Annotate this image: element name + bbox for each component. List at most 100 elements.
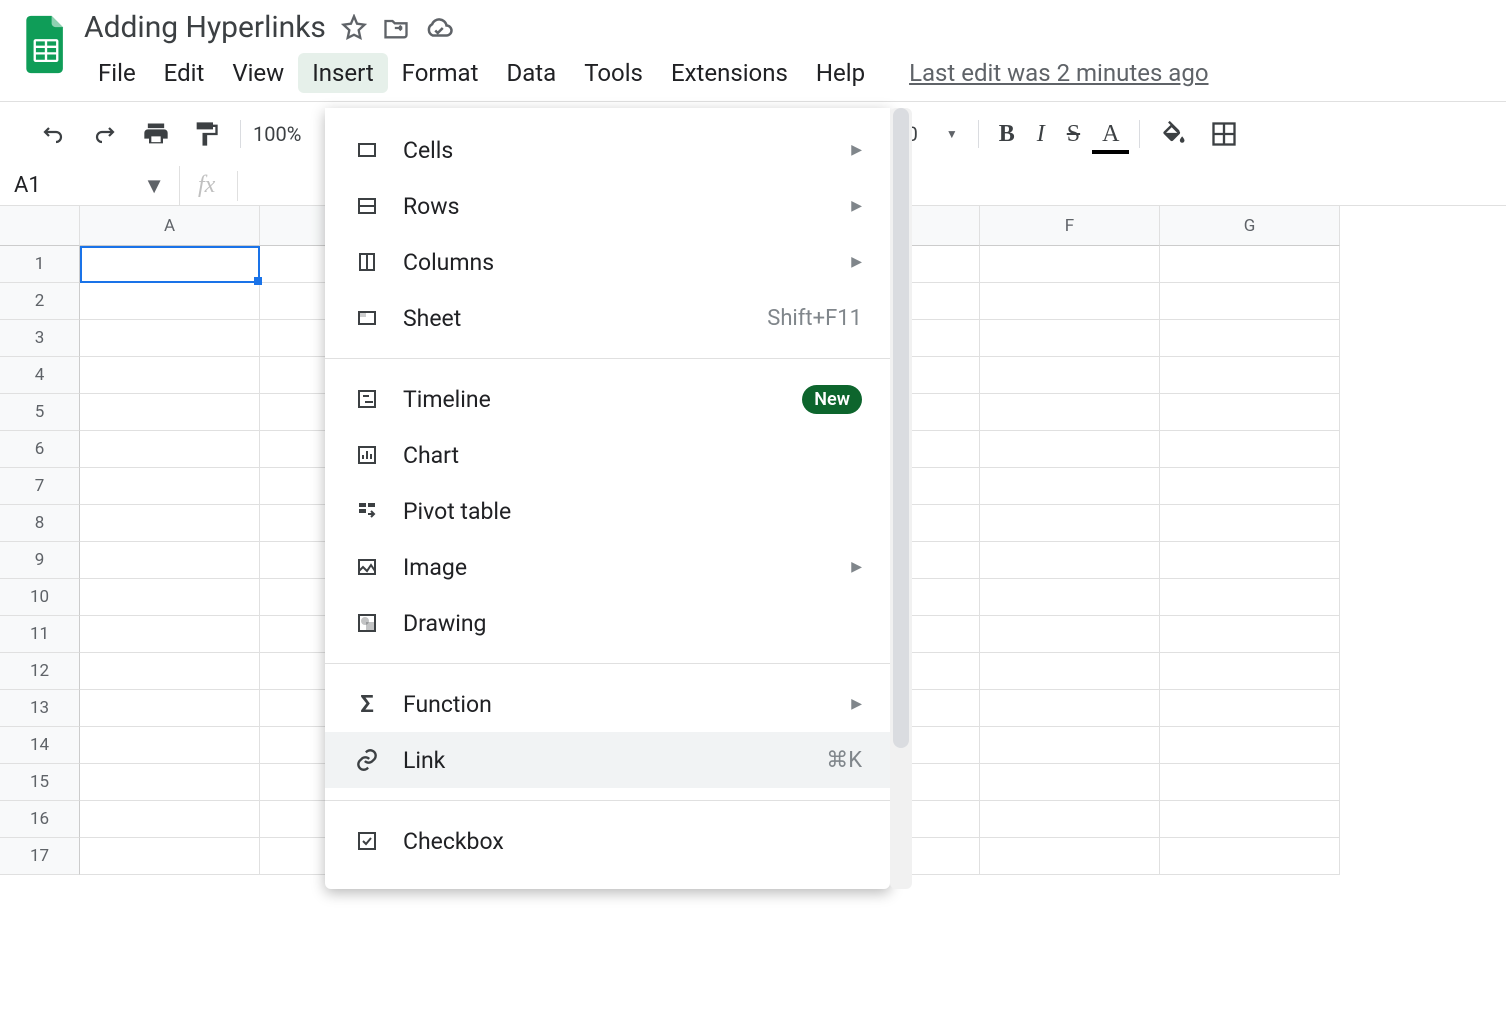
font-size-dropdown-icon[interactable]: ▼ xyxy=(938,127,966,141)
cell[interactable] xyxy=(80,505,260,542)
print-icon[interactable] xyxy=(134,116,178,152)
insert-cells[interactable]: Cells ▶ xyxy=(325,122,890,178)
row-header[interactable]: 2 xyxy=(0,283,80,320)
cell[interactable] xyxy=(80,246,260,283)
cell[interactable] xyxy=(1160,542,1340,579)
insert-link[interactable]: Link ⌘K xyxy=(325,732,890,788)
row-header[interactable]: 16 xyxy=(0,801,80,838)
row-header[interactable]: 7 xyxy=(0,468,80,505)
menu-insert[interactable]: Insert xyxy=(298,53,387,93)
cell[interactable] xyxy=(1160,690,1340,727)
row-header[interactable]: 15 xyxy=(0,764,80,801)
cell[interactable] xyxy=(80,801,260,838)
cell[interactable] xyxy=(980,838,1160,875)
menu-edit[interactable]: Edit xyxy=(150,53,219,93)
row-header[interactable]: 10 xyxy=(0,579,80,616)
undo-icon[interactable] xyxy=(30,118,76,150)
bold-button[interactable]: B xyxy=(991,117,1023,152)
cell[interactable] xyxy=(80,394,260,431)
cell[interactable] xyxy=(980,764,1160,801)
cell[interactable] xyxy=(1160,246,1340,283)
row-header[interactable]: 13 xyxy=(0,690,80,727)
menu-file[interactable]: File xyxy=(84,53,150,93)
fill-color-icon[interactable] xyxy=(1152,116,1196,152)
cell[interactable] xyxy=(80,616,260,653)
last-edit-link[interactable]: Last edit was 2 minutes ago xyxy=(909,59,1208,87)
cell[interactable] xyxy=(1160,505,1340,542)
cell[interactable] xyxy=(980,579,1160,616)
cell[interactable] xyxy=(1160,579,1340,616)
cloud-status-icon[interactable] xyxy=(424,13,454,43)
insert-function[interactable]: Σ Function ▶ xyxy=(325,676,890,732)
cell[interactable] xyxy=(980,394,1160,431)
menu-extensions[interactable]: Extensions xyxy=(657,53,802,93)
insert-image[interactable]: Image ▶ xyxy=(325,539,890,595)
cell[interactable] xyxy=(80,283,260,320)
cell[interactable] xyxy=(980,616,1160,653)
row-header[interactable]: 6 xyxy=(0,431,80,468)
column-header[interactable]: A xyxy=(80,206,260,246)
cell[interactable] xyxy=(80,579,260,616)
sheets-logo[interactable] xyxy=(20,10,72,80)
cell[interactable] xyxy=(80,764,260,801)
cell[interactable] xyxy=(80,653,260,690)
cell[interactable] xyxy=(80,727,260,764)
select-all-corner[interactable] xyxy=(0,206,80,246)
cell[interactable] xyxy=(1160,468,1340,505)
insert-checkbox[interactable]: Checkbox xyxy=(325,813,890,869)
cell[interactable] xyxy=(980,431,1160,468)
insert-chart[interactable]: Chart xyxy=(325,427,890,483)
row-header[interactable]: 14 xyxy=(0,727,80,764)
cell[interactable] xyxy=(980,653,1160,690)
cell[interactable] xyxy=(80,468,260,505)
menu-view[interactable]: View xyxy=(218,53,298,93)
name-box-dropdown-icon[interactable]: ▼ xyxy=(143,173,165,199)
row-header[interactable]: 1 xyxy=(0,246,80,283)
cell[interactable] xyxy=(980,283,1160,320)
cell[interactable] xyxy=(1160,764,1340,801)
insert-timeline[interactable]: Timeline New xyxy=(325,371,890,427)
cell[interactable] xyxy=(80,542,260,579)
row-header[interactable]: 17 xyxy=(0,838,80,875)
cell[interactable] xyxy=(80,431,260,468)
menu-help[interactable]: Help xyxy=(802,53,879,93)
cell[interactable] xyxy=(980,542,1160,579)
star-icon[interactable] xyxy=(340,14,368,42)
cell[interactable] xyxy=(980,468,1160,505)
cell[interactable] xyxy=(1160,727,1340,764)
cell[interactable] xyxy=(980,320,1160,357)
cell[interactable] xyxy=(1160,801,1340,838)
row-header[interactable]: 8 xyxy=(0,505,80,542)
menu-tools[interactable]: Tools xyxy=(570,53,657,93)
column-header[interactable]: G xyxy=(1160,206,1340,246)
insert-columns[interactable]: Columns ▶ xyxy=(325,234,890,290)
name-box[interactable]: A1 ▼ xyxy=(0,166,180,205)
dropdown-scrollbar[interactable] xyxy=(890,108,912,889)
strikethrough-button[interactable]: S xyxy=(1059,117,1088,152)
row-header[interactable]: 5 xyxy=(0,394,80,431)
cell[interactable] xyxy=(980,727,1160,764)
cell[interactable] xyxy=(1160,616,1340,653)
row-header[interactable]: 9 xyxy=(0,542,80,579)
document-title[interactable]: Adding Hyperlinks xyxy=(84,10,326,45)
cell[interactable] xyxy=(980,690,1160,727)
borders-icon[interactable] xyxy=(1202,116,1246,152)
text-color-button[interactable]: A xyxy=(1094,117,1127,152)
column-header[interactable]: F xyxy=(980,206,1160,246)
italic-button[interactable]: I xyxy=(1029,117,1053,152)
cell[interactable] xyxy=(1160,838,1340,875)
move-icon[interactable] xyxy=(382,14,410,42)
cell[interactable] xyxy=(1160,320,1340,357)
cell[interactable] xyxy=(980,246,1160,283)
cell[interactable] xyxy=(980,357,1160,394)
redo-icon[interactable] xyxy=(82,118,128,150)
row-header[interactable]: 4 xyxy=(0,357,80,394)
row-header[interactable]: 3 xyxy=(0,320,80,357)
row-header[interactable]: 12 xyxy=(0,653,80,690)
cell[interactable] xyxy=(80,320,260,357)
zoom-level[interactable]: 100% xyxy=(253,122,309,146)
menu-data[interactable]: Data xyxy=(492,53,570,93)
cell[interactable] xyxy=(80,690,260,727)
insert-pivot-table[interactable]: Pivot table xyxy=(325,483,890,539)
row-header[interactable]: 11 xyxy=(0,616,80,653)
